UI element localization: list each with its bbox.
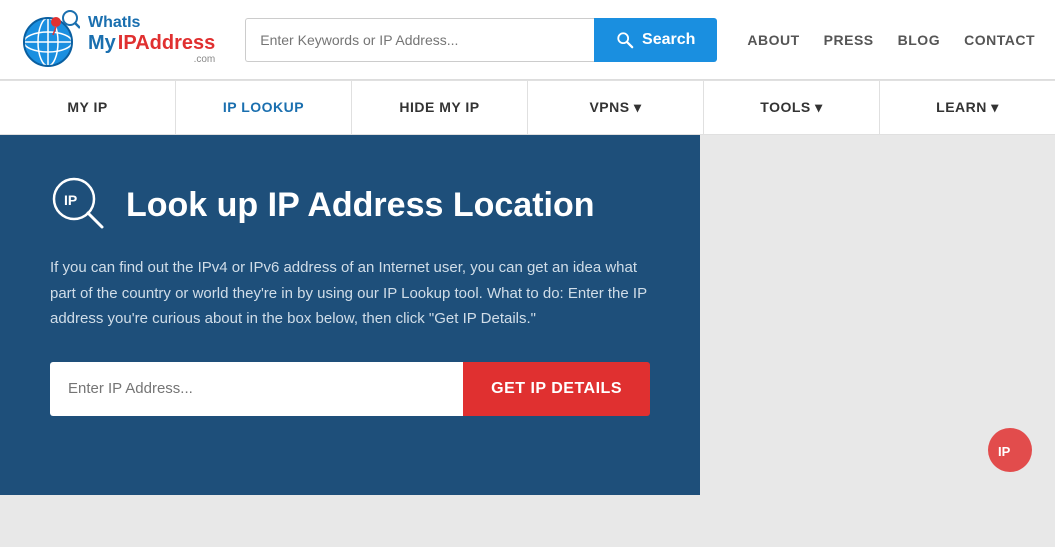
get-ip-details-button[interactable]: GET IP DETAILS [463, 362, 650, 416]
hero-title-row: IP Look up IP Address Location [50, 175, 650, 235]
sidebar-decorative-icon: IP [985, 425, 1035, 475]
logo-ipaddress: IPAddress [118, 32, 215, 54]
ip-lookup-icon: IP [50, 175, 110, 235]
svg-text:IP: IP [64, 192, 77, 208]
svg-text:IP: IP [998, 444, 1011, 459]
logo-globe-icon [20, 10, 80, 70]
search-input[interactable] [245, 18, 594, 62]
ip-form: GET IP DETAILS [50, 362, 650, 416]
nav-contact[interactable]: CONTACT [964, 32, 1035, 48]
ip-address-input[interactable] [50, 362, 463, 416]
logo-whatis: WhatIs [88, 14, 215, 32]
logo-text: WhatIs My IPAddress .com [88, 14, 215, 65]
nav-press[interactable]: PRESS [824, 32, 874, 48]
navbar-item-learn[interactable]: LEARN ▾ [880, 81, 1055, 134]
top-nav: ABOUT PRESS BLOG CONTACT [747, 32, 1035, 48]
logo-myip: My [88, 32, 116, 54]
navbar-item-iplookup[interactable]: IP LOOKUP [176, 81, 352, 134]
navbar-item-hidemyip[interactable]: HIDE MY IP [352, 81, 528, 134]
sidebar: IP [700, 135, 1055, 495]
header: WhatIs My IPAddress .com Search ABOUT PR… [0, 0, 1055, 80]
search-button-label: Search [642, 31, 695, 49]
nav-blog[interactable]: BLOG [898, 32, 940, 48]
search-button[interactable]: Search [594, 18, 717, 62]
logo-dotcom: .com [88, 54, 215, 65]
navbar-item-tools[interactable]: TOOLS ▾ [704, 81, 880, 134]
logo-area: WhatIs My IPAddress .com [20, 10, 215, 70]
search-area: Search [245, 18, 717, 62]
nav-about[interactable]: ABOUT [747, 32, 799, 48]
navbar: MY IP IP LOOKUP HIDE MY IP VPNS ▾ TOOLS … [0, 80, 1055, 135]
hero-section: IP Look up IP Address Location If you ca… [0, 135, 700, 495]
navbar-item-myip[interactable]: MY IP [0, 81, 176, 134]
navbar-item-vpns[interactable]: VPNS ▾ [528, 81, 704, 134]
search-icon [616, 31, 634, 49]
main-content: IP Look up IP Address Location If you ca… [0, 135, 1055, 495]
hero-description: If you can find out the IPv4 or IPv6 add… [50, 255, 650, 332]
hero-title: Look up IP Address Location [126, 186, 595, 225]
